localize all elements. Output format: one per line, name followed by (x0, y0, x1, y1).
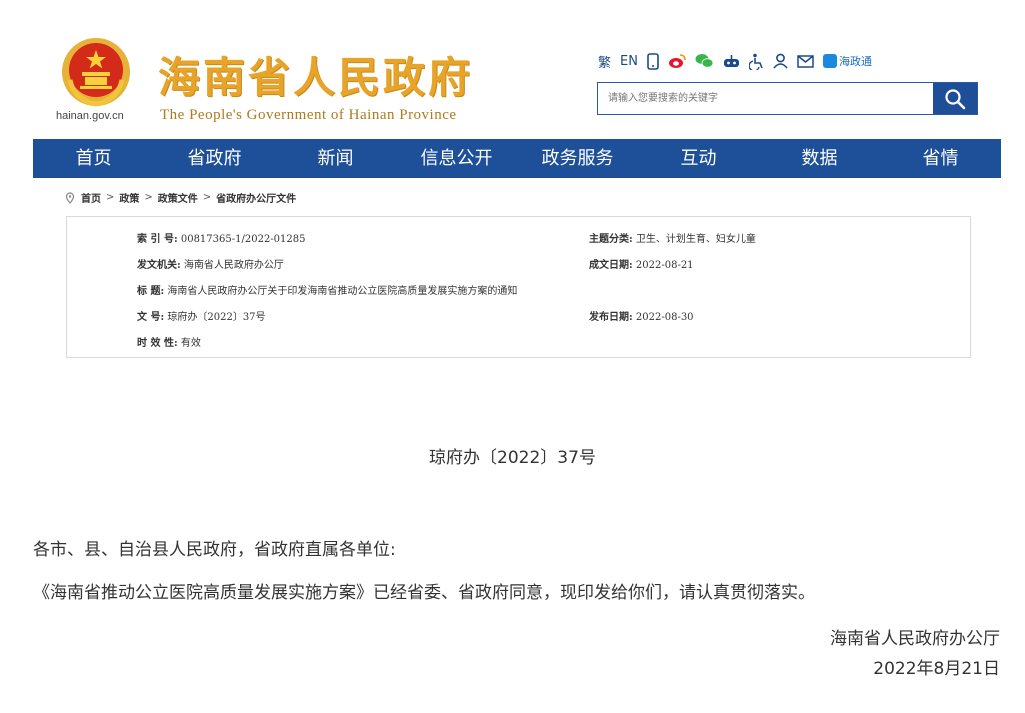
mobile-icon[interactable] (647, 51, 659, 71)
breadcrumb-policy-documents[interactable]: 政策文件 (158, 190, 198, 205)
meta-issuer-value: 海南省人民政府办公厅 (183, 260, 284, 271)
national-emblem-icon[interactable] (60, 36, 132, 108)
meta-index-no-label: 索 引 号: (137, 234, 178, 245)
meta-doc-no: 文 号: 琼府办〔2022〕37号 (137, 308, 266, 323)
breadcrumb: 首页 > 政策 > 政策文件 > 省政府办公厅文件 (64, 190, 296, 205)
meta-index-no: 索 引 号: 00817365-1/2022-01285 (137, 230, 306, 245)
header-toolbar: 繁 EN 海政通 (598, 50, 872, 72)
meta-title: 标 题: 海南省人民政府办公厅关于印发海南省推动公立医院高质量发展实施方案的通知 (137, 282, 517, 297)
breadcrumb-office-documents[interactable]: 省政府办公厅文件 (216, 190, 296, 205)
site-header: hainan.gov.cn 海南省人民政府 The People's Gover… (0, 0, 1025, 138)
mail-icon[interactable] (797, 51, 814, 71)
search-icon (945, 88, 966, 109)
main-nav: 首页 省政府 新闻 信息公开 政务服务 互动 数据 省情 (33, 139, 1001, 178)
english-link[interactable]: EN (620, 51, 638, 71)
breadcrumb-separator: > (106, 192, 115, 203)
meta-index-no-value: 00817365-1/2022-01285 (180, 234, 306, 245)
meta-validity-label: 时 效 性: (137, 338, 178, 349)
breadcrumb-separator: > (202, 192, 212, 203)
nav-item-news[interactable]: 新闻 (275, 139, 396, 178)
meta-doc-no-label: 文 号: (137, 312, 165, 323)
meta-date-written-label: 成文日期: (589, 260, 633, 271)
breadcrumb-home[interactable]: 首页 (81, 190, 101, 205)
nav-item-data[interactable]: 数据 (759, 139, 880, 178)
haizhengtong-icon (822, 54, 837, 68)
meta-pub-date-label: 发布日期: (589, 312, 633, 323)
location-pin-icon (65, 191, 75, 204)
meta-issuer: 发文机关: 海南省人民政府办公厅 (137, 256, 284, 271)
wechat-icon[interactable] (695, 51, 714, 71)
weibo-icon[interactable] (668, 51, 686, 71)
haizhengtong-app-link[interactable]: 海政通 (822, 51, 872, 71)
meta-validity: 时 效 性: 有效 (137, 334, 201, 349)
meta-category: 主题分类: 卫生、计划生育、妇女儿童 (589, 230, 756, 245)
meta-pub-date-value: 2022-08-30 (635, 312, 694, 323)
breadcrumb-policy[interactable]: 政策 (119, 190, 139, 205)
nav-item-home[interactable]: 首页 (33, 139, 154, 178)
document-metadata-box: 索 引 号: 00817365-1/2022-01285 主题分类: 卫生、计划… (66, 216, 971, 358)
accessibility-icon[interactable] (748, 51, 764, 71)
meta-category-value: 卫生、计划生育、妇女儿童 (635, 234, 756, 245)
meta-date-written: 成文日期: 2022-08-21 (589, 256, 694, 271)
document-number: 琼府办〔2022〕37号 (429, 448, 596, 468)
breadcrumb-separator: > (144, 192, 153, 203)
meta-validity-value: 有效 (180, 338, 201, 349)
robot-icon[interactable] (723, 51, 740, 71)
nav-item-information-disclosure[interactable]: 信息公开 (396, 139, 517, 178)
nav-item-provincial-government[interactable]: 省政府 (154, 139, 275, 178)
document-signature: 海南省人民政府办公厅 (830, 629, 1000, 649)
meta-category-label: 主题分类: (589, 234, 633, 245)
meta-date-written-value: 2022-08-21 (635, 260, 694, 271)
document-salutation: 各市、县、自治县人民政府，省政府直属各单位: (33, 540, 396, 560)
site-title[interactable]: 海南省人民政府 (158, 44, 473, 105)
site-domain: hainan.gov.cn (56, 110, 124, 122)
haizhengtong-label: 海政通 (838, 55, 872, 68)
user-icon[interactable] (773, 51, 788, 71)
nav-item-provincial-profile[interactable]: 省情 (880, 139, 1001, 178)
nav-item-interaction[interactable]: 互动 (638, 139, 759, 178)
document-body: 《海南省推动公立医院高质量发展实施方案》已经省委、省政府同意，现印发给你们，请认… (33, 583, 815, 603)
search-button[interactable] (933, 83, 977, 114)
search-input[interactable] (598, 83, 933, 114)
meta-issuer-label: 发文机关: (137, 260, 181, 271)
meta-title-value: 海南省人民政府办公厅关于印发海南省推动公立医院高质量发展实施方案的通知 (167, 286, 518, 297)
site-subtitle: The People's Government of Hainan Provin… (160, 107, 457, 123)
search-bar (597, 82, 978, 115)
meta-doc-no-value: 琼府办〔2022〕37号 (167, 312, 266, 323)
meta-title-label: 标 题: (137, 286, 165, 297)
document-date: 2022年8月21日 (873, 659, 1000, 679)
nav-item-government-services[interactable]: 政务服务 (517, 139, 638, 178)
meta-pub-date: 发布日期: 2022-08-30 (589, 308, 694, 323)
traditional-chinese-link[interactable]: 繁 (598, 51, 611, 71)
